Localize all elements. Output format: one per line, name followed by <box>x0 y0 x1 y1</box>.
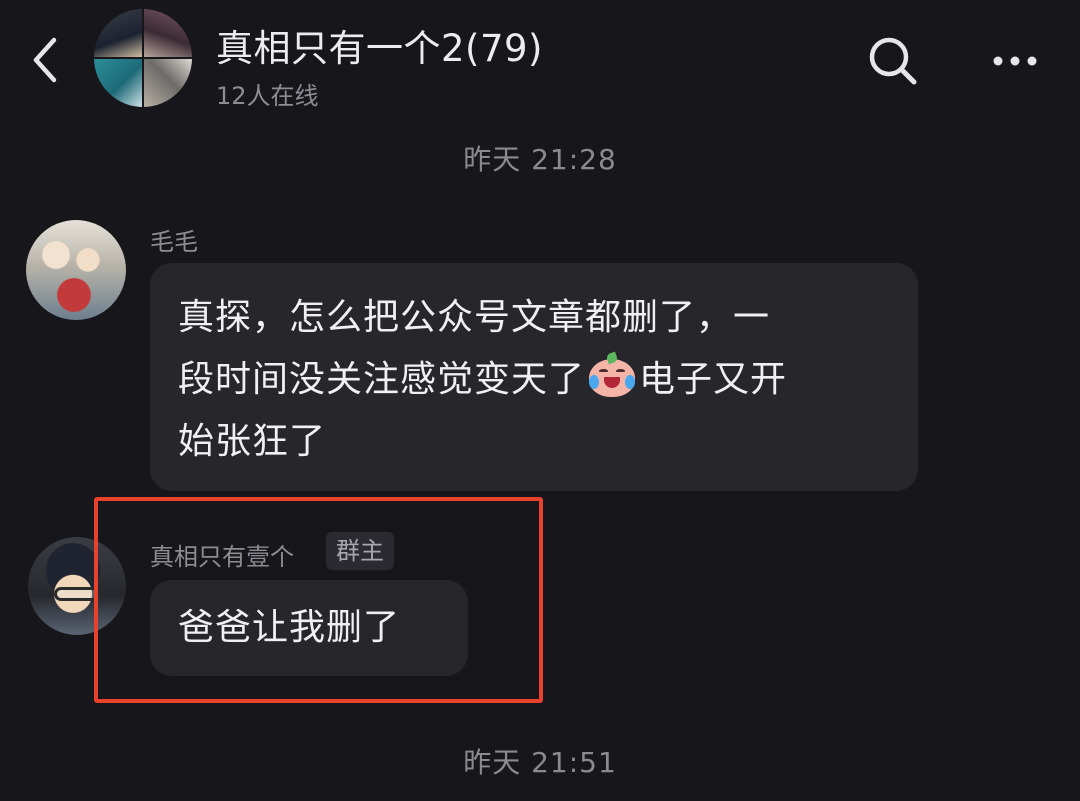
message-timestamp: 昨天 21:51 <box>463 746 617 779</box>
group-avatar-tile <box>143 58 192 107</box>
online-status: 12人在线 <box>216 82 319 110</box>
message-text-line: 始张狂了 <box>178 421 327 462</box>
back-button[interactable] <box>22 30 66 90</box>
group-avatar[interactable] <box>94 9 192 107</box>
group-avatar-tile <box>94 58 143 107</box>
chevron-left-icon <box>33 37 57 83</box>
red-highlight-box <box>94 497 543 703</box>
message-bubble[interactable]: 真探，怎么把公众号文章都删了，一 段时间没关注感觉变天了 电子又开 始张狂了 <box>150 263 918 491</box>
sender-name: 毛毛 <box>150 228 198 256</box>
search-button[interactable] <box>862 30 924 92</box>
chat-title[interactable]: 真相只有一个2(79) <box>216 18 543 72</box>
message-timestamp: 昨天 21:28 <box>463 143 617 176</box>
group-avatar-tile <box>94 9 143 58</box>
message-text-segment: 电子又开 <box>639 359 788 400</box>
sender-avatar[interactable] <box>26 220 126 320</box>
more-dots-icon <box>993 56 1037 66</box>
search-icon <box>869 37 917 85</box>
avatar-divider <box>142 9 144 107</box>
message-text-line: 真探，怎么把公众号文章都删了，一 <box>178 297 771 338</box>
message-text-line: 段时间没关注感觉变天了 电子又开 <box>178 349 892 411</box>
chat-screen: 真相只有一个2(79) 12人在线 昨天 21:28 毛毛 真探，怎么把公众号文… <box>0 0 1080 801</box>
chat-header: 真相只有一个2(79) 12人在线 <box>0 0 1080 120</box>
group-avatar-tile <box>143 9 192 58</box>
more-options-button[interactable] <box>984 30 1046 92</box>
message-text-segment: 段时间没关注感觉变天了 <box>178 359 586 400</box>
crying-laughing-emoji-icon <box>587 351 637 397</box>
